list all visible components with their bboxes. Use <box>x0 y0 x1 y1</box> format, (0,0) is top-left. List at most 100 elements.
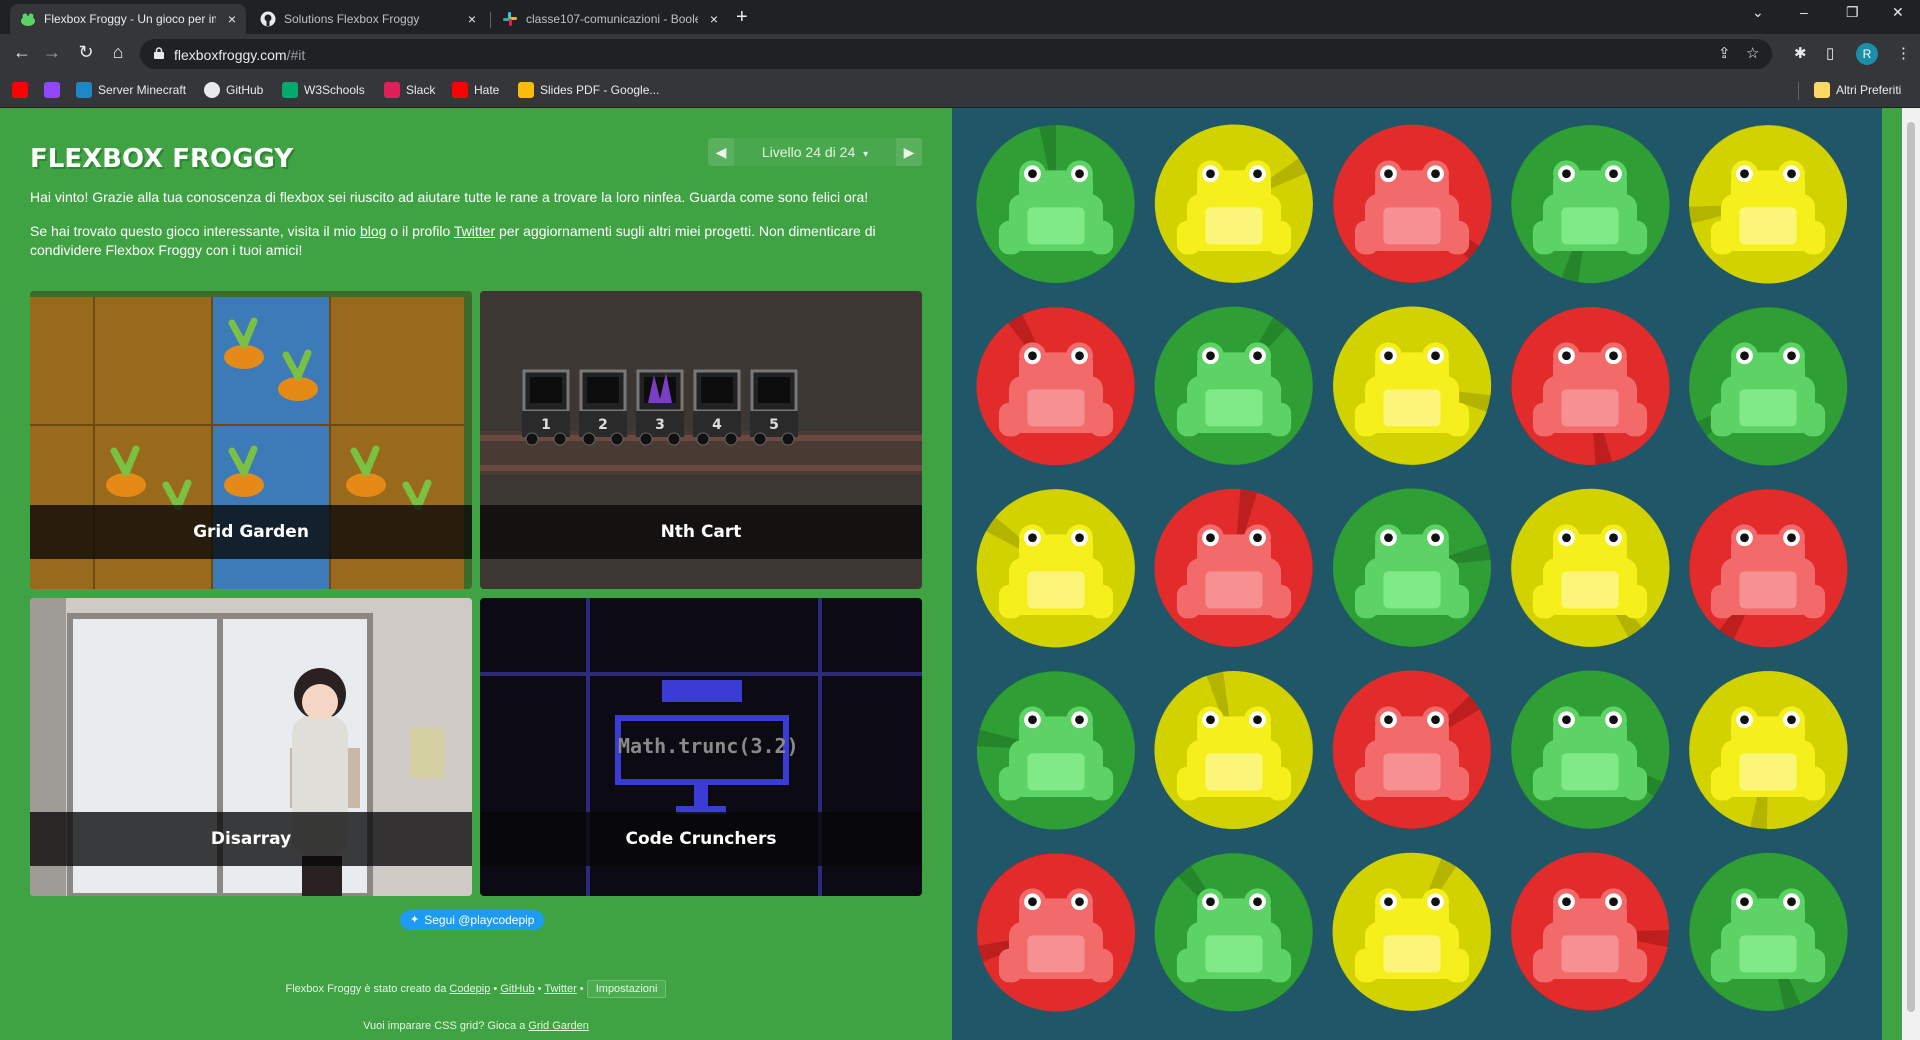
info-text: Se hai trovato questo gioco interessante… <box>30 223 360 239</box>
bookmark-w3schools[interactable]: W3Schools <box>282 82 365 98</box>
tab-slack[interactable]: classe107-comunicazioni - Boolean × <box>492 4 728 34</box>
lilypad-frog <box>972 120 1140 288</box>
back-button[interactable]: ← <box>10 42 34 63</box>
w3schools-icon <box>282 82 298 98</box>
footer-text: Flexbox Froggy è stato creato da <box>285 983 450 995</box>
bookmark-server-minecraft[interactable]: Server Minecraft <box>76 82 186 98</box>
tab-strip: Flexbox Froggy - Un gioco per imparare ×… <box>0 0 1920 34</box>
lilypad-frog <box>1150 848 1318 1016</box>
home-button[interactable]: ⌂ <box>106 42 130 63</box>
side-panel-icon[interactable]: ▯ <box>1826 44 1834 62</box>
card-nth-cart[interactable]: 1 2 3 4 5 Nth Cart <box>480 291 922 589</box>
share-icon[interactable]: ⇪ <box>1718 44 1731 62</box>
cart-number: 5 <box>769 417 779 433</box>
lilypad-frog <box>1506 484 1674 652</box>
blog-link[interactable]: blog <box>360 223 386 239</box>
extensions-icon[interactable]: ✱ <box>1794 44 1807 62</box>
tab-search-icon[interactable]: ⌄ <box>1752 4 1764 21</box>
bookmark-github[interactable]: GitHub <box>204 82 263 98</box>
card-disarray[interactable]: Disarray <box>30 598 472 896</box>
cart-icon: 1 <box>522 369 570 446</box>
new-tab-button[interactable]: + <box>736 6 748 29</box>
twitter-footer-link[interactable]: Twitter <box>544 983 576 995</box>
footer-grid-garden: Vuoi imparare CSS grid? Gioca a Grid Gar… <box>0 1020 952 1032</box>
bookmark-other[interactable]: Altri Preferiti <box>1814 82 1901 98</box>
settings-button[interactable]: Impostazioni <box>586 980 667 998</box>
forward-button[interactable]: → <box>40 42 64 63</box>
close-window-button[interactable]: ✕ <box>1892 4 1904 21</box>
minimize-button[interactable]: – <box>1800 4 1808 20</box>
cart-icon: 3 <box>636 369 684 446</box>
lilypad-frog <box>1328 302 1496 470</box>
bookmark-twitch[interactable] <box>44 82 66 98</box>
cart-number: 3 <box>655 417 665 433</box>
bookmark-label: GitHub <box>226 83 264 97</box>
footer-sep: • <box>576 983 587 995</box>
cart-icon: 4 <box>693 369 741 446</box>
slack-icon <box>384 82 400 98</box>
slack-icon <box>503 12 517 26</box>
browser-toolbar: ← → ↻ ⌂ flexboxfroggy.com/#it ⇪ ☆ ✱ ▯ R … <box>0 34 1920 74</box>
url-path: /#it <box>286 47 306 63</box>
restore-button[interactable]: ❐ <box>1846 4 1859 21</box>
card-grid-garden[interactable]: Grid Garden <box>30 291 472 589</box>
lilypad-frog <box>1684 484 1852 652</box>
lilypad-frog <box>1328 120 1496 288</box>
lilypad-frog <box>1684 120 1852 288</box>
tab-flexbox-froggy[interactable]: Flexbox Froggy - Un gioco per imparare × <box>10 4 246 34</box>
level-selector[interactable]: Livello 24 di 24 ▾ <box>734 138 896 166</box>
tab-close-icon[interactable]: × <box>710 11 718 27</box>
lilypad-frog <box>1506 666 1674 834</box>
github-icon <box>204 82 220 98</box>
tab-solutions[interactable]: Solutions Flexbox Froggy × <box>250 4 486 34</box>
bookmark-slack[interactable]: Slack <box>384 82 435 98</box>
footer-text: Vuoi imparare CSS grid? Gioca a <box>363 1020 529 1032</box>
code-expression: Math.trunc(3.2) <box>618 734 799 758</box>
twitter-link[interactable]: Twitter <box>454 223 495 239</box>
minecraft-icon <box>76 82 92 98</box>
twitter-follow-button[interactable]: ✦ Segui @playcodepip <box>400 910 545 930</box>
youtube-icon <box>12 82 28 98</box>
tab-close-icon[interactable]: × <box>228 11 236 27</box>
tab-close-icon[interactable]: × <box>468 11 476 27</box>
github-icon <box>260 11 276 27</box>
card-code-crunchers[interactable]: Math.trunc(3.2) Code Crunchers <box>480 598 922 896</box>
profile-avatar[interactable]: R <box>1856 43 1878 65</box>
scrollbar-thumb[interactable] <box>1907 122 1915 1012</box>
lilypad-frog <box>1328 848 1496 1016</box>
footer-sep: • <box>490 983 501 995</box>
lilypad-frog <box>972 848 1140 1016</box>
page-scrollbar[interactable] <box>1902 108 1920 1040</box>
info-text: o il profilo <box>386 223 454 239</box>
card-title: Nth Cart <box>480 505 922 559</box>
lilypad-frog <box>1328 666 1496 834</box>
footer-credits: Flexbox Froggy è stato creato da Codepip… <box>0 980 952 998</box>
bookmark-slides-pdf[interactable]: Slides PDF - Google... <box>518 82 659 98</box>
bookmark-hate[interactable]: Hate <box>452 82 499 98</box>
star-icon[interactable]: ☆ <box>1746 44 1759 62</box>
cart-number: 4 <box>712 417 722 433</box>
lock-icon <box>154 47 164 59</box>
tab-title: classe107-comunicazioni - Boolean <box>526 12 698 26</box>
url-text: flexboxfroggy.com/#it <box>174 47 305 63</box>
menu-icon[interactable]: ⋮ <box>1896 44 1911 62</box>
bookmarks-divider <box>1798 82 1799 100</box>
grid-garden-link[interactable]: Grid Garden <box>528 1020 589 1032</box>
github-link[interactable]: GitHub <box>500 983 534 995</box>
level-label: Livello 24 di 24 <box>761 144 856 160</box>
promo-cards: Grid Garden 1 2 3 4 5 Nth Cart Disarray Math… <box>30 291 922 896</box>
level-navigation: ◀ Livello 24 di 24 ▾ ▶ <box>708 138 922 166</box>
lilypad-frog <box>1328 484 1496 652</box>
chevron-down-icon: ▾ <box>863 149 869 160</box>
next-level-button[interactable]: ▶ <box>896 138 922 166</box>
codepip-link[interactable]: Codepip <box>449 983 490 995</box>
prev-level-button[interactable]: ◀ <box>708 138 734 166</box>
youtube-icon <box>452 82 468 98</box>
address-bar[interactable]: flexboxfroggy.com/#it ⇪ ☆ <box>140 39 1772 69</box>
reload-button[interactable]: ↻ <box>74 42 98 63</box>
cart-number: 1 <box>541 417 551 433</box>
card-title: Grid Garden <box>30 505 472 559</box>
bookmark-youtube[interactable] <box>12 82 34 98</box>
lilypad-frog <box>1684 848 1852 1016</box>
cart-number: 2 <box>598 417 608 433</box>
